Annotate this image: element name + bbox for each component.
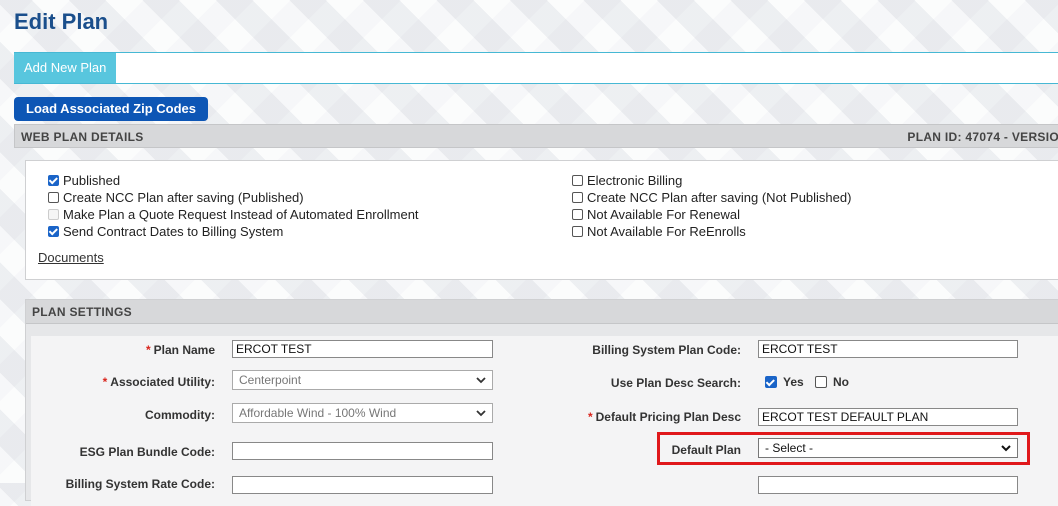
not-available-reenrolls-checkbox[interactable] <box>572 226 583 237</box>
send-contract-dates-option[interactable]: Send Contract Dates to Billing System <box>48 223 283 240</box>
send-contract-dates-label: Send Contract Dates to Billing System <box>63 224 284 239</box>
not-available-reenrolls-label: Not Available For ReEnrolls <box>587 224 746 239</box>
billing-plan-code-input[interactable]: ERCOT TEST <box>758 340 1018 358</box>
not-available-reenrolls-option[interactable]: Not Available For ReEnrolls <box>572 223 746 240</box>
load-zip-codes-button[interactable]: Load Associated Zip Codes <box>14 97 208 121</box>
published-label: Published <box>63 173 121 188</box>
documents-link[interactable]: Documents <box>38 250 104 265</box>
electronic-billing-checkbox[interactable] <box>572 175 583 186</box>
additional-field-input[interactable] <box>758 476 1018 494</box>
not-available-renewal-option[interactable]: Not Available For Renewal <box>572 206 740 223</box>
page-title: Edit Plan <box>14 9 109 34</box>
create-ncc-not-published-label: Create NCC Plan after saving (Not Publis… <box>587 190 852 205</box>
commodity-select[interactable]: Affordable Wind - 100% Wind <box>232 403 493 423</box>
chevron-down-icon <box>476 377 486 384</box>
use-plan-desc-yes-label: Yes <box>783 375 804 389</box>
quote-request-option: Make Plan a Quote Request Instead of Aut… <box>48 206 419 223</box>
web-plan-details-panel: Published Create NCC Plan after saving (… <box>25 160 1058 280</box>
tab-bar: Add New Plan <box>14 52 1058 84</box>
quote-request-checkbox <box>48 209 59 220</box>
default-pricing-desc-label: * Default Pricing Plan Desc <box>587 410 741 424</box>
commodity-label: Commodity: <box>145 408 215 422</box>
not-available-renewal-label: Not Available For Renewal <box>587 207 740 222</box>
create-ncc-published-option[interactable]: Create NCC Plan after saving (Published) <box>48 189 304 206</box>
create-ncc-published-label: Create NCC Plan after saving (Published) <box>63 190 304 205</box>
associated-utility-label: * Associated Utility: <box>102 375 215 389</box>
required-mark: * <box>145 343 151 357</box>
default-plan-highlight-box <box>657 432 1030 465</box>
electronic-billing-label: Electronic Billing <box>587 173 683 188</box>
required-mark: * <box>587 410 593 424</box>
esg-bundle-code-label: ESG Plan Bundle Code: <box>79 445 215 459</box>
use-plan-desc-no-option[interactable]: No <box>815 372 849 392</box>
billing-plan-code-label: Billing System Plan Code: <box>592 343 741 357</box>
required-mark: * <box>102 375 108 389</box>
plan-settings-section: PLAN SETTINGS <box>25 299 1058 506</box>
plan-name-input[interactable]: ERCOT TEST <box>232 340 493 358</box>
use-plan-desc-search-label: Use Plan Desc Search: <box>610 376 741 390</box>
use-plan-desc-no-checkbox[interactable] <box>815 376 827 388</box>
plan-settings-header: PLAN SETTINGS <box>26 300 1058 324</box>
web-plan-details-title: WEB PLAN DETAILS <box>21 130 144 144</box>
associated-utility-value: Centerpoint <box>239 373 302 387</box>
billing-rate-code-input[interactable] <box>232 476 493 494</box>
plan-id-label: PLAN ID: 47074 - VERSIO <box>907 130 1058 144</box>
tab-add-new-plan[interactable]: Add New Plan <box>14 53 117 83</box>
published-checkbox[interactable] <box>48 175 59 186</box>
quote-request-label: Make Plan a Quote Request Instead of Aut… <box>63 207 419 222</box>
use-plan-desc-yes-option[interactable]: Yes <box>765 372 804 392</box>
not-available-renewal-checkbox[interactable] <box>572 209 583 220</box>
chevron-down-icon <box>476 410 486 417</box>
billing-rate-code-label: Billing System Rate Code: <box>65 477 215 491</box>
web-plan-details-header: WEB PLAN DETAILS PLAN ID: 47074 - VERSIO <box>14 124 1058 148</box>
esg-bundle-code-input[interactable] <box>232 442 493 460</box>
use-plan-desc-no-label: No <box>833 375 849 389</box>
use-plan-desc-yes-checkbox[interactable] <box>765 376 777 388</box>
commodity-value: Affordable Wind - 100% Wind <box>239 406 397 420</box>
send-contract-dates-checkbox[interactable] <box>48 226 59 237</box>
create-ncc-not-published-checkbox[interactable] <box>572 192 583 203</box>
default-pricing-desc-input[interactable]: ERCOT TEST DEFAULT PLAN <box>758 408 1018 426</box>
published-option[interactable]: Published <box>48 172 120 189</box>
electronic-billing-option[interactable]: Electronic Billing <box>572 172 682 189</box>
associated-utility-select[interactable]: Centerpoint <box>232 370 493 390</box>
plan-name-label: * Plan Name <box>145 343 215 357</box>
create-ncc-not-published-option[interactable]: Create NCC Plan after saving (Not Publis… <box>572 189 851 206</box>
create-ncc-published-checkbox[interactable] <box>48 192 59 203</box>
